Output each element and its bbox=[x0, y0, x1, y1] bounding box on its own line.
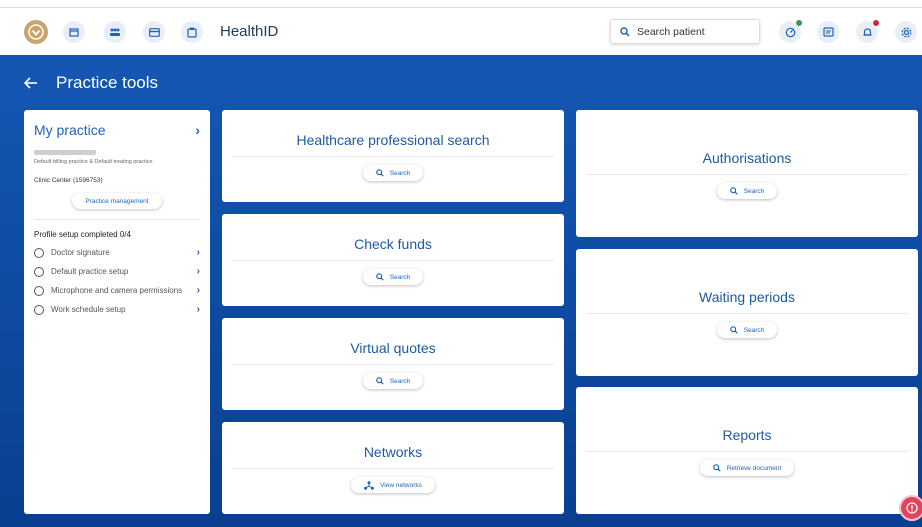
search-icon bbox=[729, 187, 738, 195]
divider bbox=[586, 313, 908, 314]
setup-step-label: Microphone and camera permissions bbox=[51, 285, 183, 295]
my-practice-header[interactable]: My practice › bbox=[34, 122, 200, 138]
setup-step-mic-camera[interactable]: Microphone and camera permissions › bbox=[34, 285, 200, 296]
setup-step-work-schedule[interactable]: Work schedule setup › bbox=[34, 304, 200, 315]
setup-step-label: Default practice setup bbox=[51, 266, 129, 276]
chevron-right-icon[interactable]: › bbox=[195, 122, 200, 138]
card-icon[interactable] bbox=[143, 21, 165, 43]
chevron-right-icon: › bbox=[196, 266, 200, 277]
hcp-search-card: Healthcare professional search Search bbox=[222, 110, 564, 202]
search-icon bbox=[375, 273, 384, 281]
button-label: Search bbox=[389, 169, 411, 177]
radio-icon bbox=[34, 304, 44, 315]
divider bbox=[586, 451, 908, 452]
setup-step-label: Doctor signature bbox=[51, 247, 110, 257]
card-title: Waiting periods bbox=[699, 289, 795, 305]
top-bar: HealthID Search patient bbox=[0, 7, 922, 55]
help-button[interactable] bbox=[899, 495, 922, 521]
divider bbox=[232, 364, 554, 365]
waiting-periods-card: Waiting periods Search bbox=[576, 249, 918, 376]
activity-icon[interactable] bbox=[779, 19, 803, 43]
card-title: Reports bbox=[722, 427, 772, 443]
chevron-right-icon: › bbox=[196, 247, 200, 258]
profile-setup-progress: Profile setup completed 0/4 bbox=[34, 230, 131, 239]
setup-step-label: Work schedule setup bbox=[51, 304, 126, 314]
authorisations-card: Authorisations Search bbox=[576, 110, 918, 237]
search-placeholder: Search patient bbox=[637, 25, 705, 38]
back-arrow-icon[interactable] bbox=[24, 77, 42, 89]
card-title: Authorisations bbox=[702, 150, 792, 166]
practice-management-button[interactable]: Practice management bbox=[72, 193, 162, 209]
divider bbox=[232, 156, 554, 157]
button-label: Search bbox=[743, 187, 765, 195]
divider bbox=[586, 174, 908, 175]
search-icon bbox=[712, 464, 721, 472]
search-icon bbox=[620, 26, 630, 37]
card-title: Healthcare professional search bbox=[296, 132, 490, 148]
my-practice-title: My practice bbox=[34, 122, 106, 138]
radio-icon bbox=[34, 266, 44, 277]
divider bbox=[232, 468, 554, 469]
setup-step-default-practice[interactable]: Default practice setup › bbox=[34, 266, 200, 277]
virtual-quotes-search-button[interactable]: Search bbox=[362, 373, 424, 389]
button-label: Search bbox=[743, 326, 765, 334]
practice-subtitle: Default billing practice & Default treat… bbox=[34, 159, 153, 165]
waiting-periods-search-button[interactable]: Search bbox=[716, 322, 778, 338]
my-practice-card: My practice › Default billing practice &… bbox=[24, 110, 210, 514]
page-header: Practice tools bbox=[24, 73, 158, 93]
check-funds-card: Check funds Search bbox=[222, 214, 564, 306]
search-icon bbox=[375, 377, 384, 385]
people-icon[interactable] bbox=[104, 21, 126, 43]
button-label: Search bbox=[389, 273, 411, 281]
practice-tools-area: Practice tools My practice › Default bil… bbox=[0, 55, 922, 527]
search-icon bbox=[375, 169, 384, 177]
notification-badge bbox=[872, 19, 880, 27]
app-logo[interactable] bbox=[24, 20, 48, 44]
card-title: Check funds bbox=[354, 236, 432, 252]
search-patient-input[interactable]: Search patient bbox=[610, 19, 760, 44]
view-networks-button[interactable]: View networks bbox=[351, 477, 435, 493]
authorisations-search-button[interactable]: Search bbox=[716, 183, 778, 199]
clinic-name: Clinic Center (1596753) bbox=[34, 177, 103, 184]
page-title: Practice tools bbox=[56, 73, 159, 92]
chevron-right-icon: › bbox=[196, 285, 200, 296]
reports-card: Reports Retrieve document bbox=[576, 387, 918, 514]
clipboard-icon[interactable] bbox=[181, 21, 203, 43]
setup-step-doctor-signature[interactable]: Doctor signature › bbox=[34, 247, 200, 258]
networks-card: Networks View networks bbox=[222, 422, 564, 514]
calendar-icon[interactable] bbox=[63, 21, 85, 43]
check-funds-search-button[interactable]: Search bbox=[362, 269, 424, 285]
divider bbox=[34, 219, 200, 220]
virtual-quotes-card: Virtual quotes Search bbox=[222, 318, 564, 410]
search-icon bbox=[729, 326, 738, 334]
button-label: View networks bbox=[380, 481, 422, 489]
messages-icon[interactable] bbox=[817, 21, 839, 43]
retrieve-document-button[interactable]: Retrieve document bbox=[699, 460, 795, 476]
card-title: Virtual quotes bbox=[350, 340, 436, 356]
card-title: Networks bbox=[363, 444, 423, 460]
radio-icon bbox=[34, 247, 44, 258]
button-label: Search bbox=[389, 377, 411, 385]
radio-icon bbox=[34, 285, 44, 296]
info-icon bbox=[906, 502, 918, 514]
button-label: Retrieve document bbox=[726, 464, 782, 472]
settings-icon[interactable] bbox=[895, 21, 917, 43]
chevron-right-icon: › bbox=[196, 304, 200, 315]
brand-name: HealthID bbox=[220, 23, 279, 40]
online-status-dot bbox=[795, 19, 803, 27]
hcp-search-button[interactable]: Search bbox=[362, 165, 424, 181]
divider bbox=[232, 260, 554, 261]
network-icon bbox=[364, 480, 374, 490]
redacted-practice-name bbox=[34, 150, 96, 155]
bell-icon[interactable] bbox=[856, 19, 880, 43]
